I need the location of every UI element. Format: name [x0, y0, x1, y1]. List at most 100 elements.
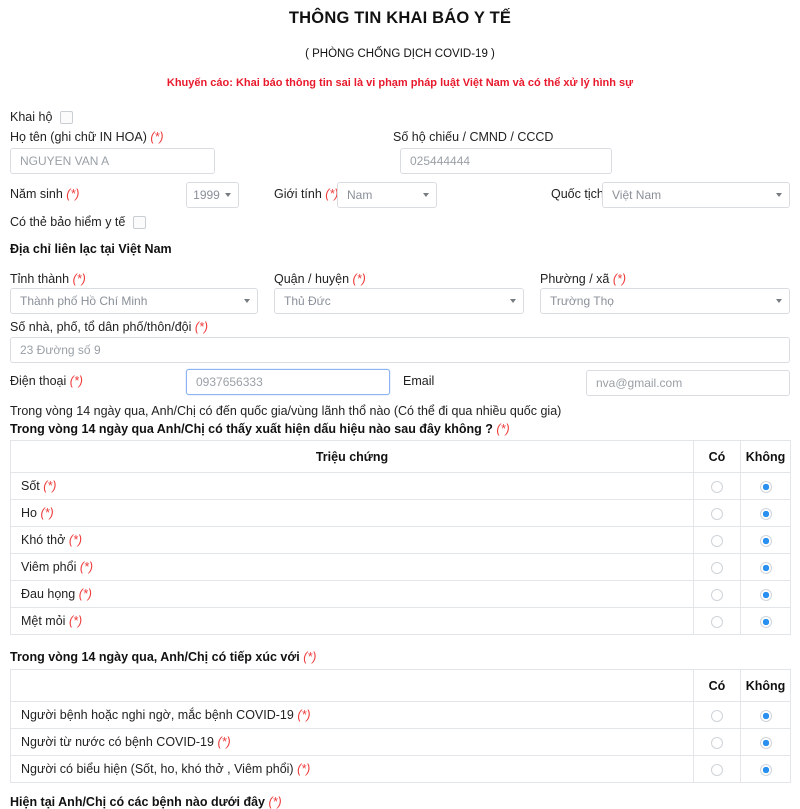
symptom-yes-cell[interactable] [693, 472, 741, 500]
symptom-yes-cell[interactable] [693, 607, 741, 635]
radio-no[interactable] [759, 709, 772, 722]
symptom-yes-cell[interactable] [693, 526, 741, 554]
contacts-table-body: Người bệnh hoặc nghi ngờ, mắc bệnh COVID… [10, 701, 791, 783]
required-mark: (*) [40, 506, 54, 520]
passport-input[interactable] [400, 148, 612, 174]
province-select[interactable]: Thành phố Hồ Chí Minh [10, 288, 258, 314]
chevron-down-icon [776, 299, 782, 303]
chevron-down-icon [225, 193, 231, 197]
contacts-col-yes: Có [693, 669, 741, 702]
street-address-input[interactable] [10, 337, 790, 363]
symptom-yes-cell[interactable] [693, 553, 741, 581]
health-declaration-form: THÔNG TIN KHAI BÁO Y TẾ ( PHÒNG CHỐNG DỊ… [0, 0, 800, 809]
radio-yes[interactable] [711, 534, 723, 547]
radio-yes[interactable] [711, 763, 723, 776]
district-select[interactable]: Thủ Đức [274, 288, 524, 314]
ward-required-mark: (*) [612, 272, 627, 286]
contact-yes-cell[interactable] [693, 755, 741, 783]
symptom-label-cell: Viêm phổi (*) [10, 553, 694, 581]
radio-no[interactable] [759, 736, 772, 749]
contacts-table-wrap: Có Không Người bệnh hoặc nghi ngờ, mắc b… [10, 669, 791, 783]
fullname-required-mark: (*) [150, 130, 164, 144]
table-row: Sốt (*) [10, 472, 791, 500]
required-mark: (*) [297, 762, 311, 776]
contacts-col-no: Không [740, 669, 791, 702]
symptom-label-cell: Ho (*) [10, 499, 694, 527]
ward-select[interactable]: Trường Thọ [540, 288, 790, 314]
page-subtitle: ( PHÒNG CHỐNG DỊCH COVID-19 ) [305, 47, 495, 60]
symptom-yes-cell[interactable] [693, 580, 741, 608]
contact-no-cell[interactable] [740, 728, 791, 756]
address-section-title: Địa chỉ liên lạc tại Việt Nam [10, 242, 172, 256]
nationality-select[interactable]: Việt Nam [602, 182, 790, 208]
radio-no[interactable] [759, 763, 772, 776]
table-row: Người có biểu hiện (Sốt, ho, khó thở , V… [10, 755, 791, 783]
travel-history-question: Trong vòng 14 ngày qua, Anh/Chị có đến q… [10, 404, 562, 418]
radio-yes[interactable] [711, 615, 723, 628]
email-input[interactable] [586, 370, 790, 396]
fullname-label: Họ tên (ghi chữ IN HOA) (*) [10, 130, 164, 144]
symptoms-question: Trong vòng 14 ngày qua Anh/Chị có thấy x… [10, 422, 510, 436]
birthyear-select[interactable]: 1999 [186, 182, 239, 208]
phone-input[interactable] [186, 369, 390, 395]
contact-yes-cell[interactable] [693, 701, 741, 729]
table-row: Người bệnh hoặc nghi ngờ, mắc bệnh COVID… [10, 701, 791, 729]
gender-select[interactable]: Nam [337, 182, 437, 208]
birthyear-label: Năm sinh (*) [10, 187, 80, 201]
radio-no[interactable] [759, 615, 772, 628]
symptom-no-cell[interactable] [740, 526, 791, 554]
radio-yes[interactable] [711, 507, 723, 520]
street-label: Số nhà, phố, tổ dân phố/thôn/đội (*) [10, 320, 209, 334]
ward-value: Trường Thọ [550, 294, 614, 308]
radio-yes[interactable] [711, 561, 723, 574]
email-label: Email [403, 374, 435, 388]
required-mark: (*) [217, 735, 231, 749]
district-value: Thủ Đức [284, 294, 331, 308]
radio-no[interactable] [759, 561, 772, 574]
phone-label: Điện thoại (*) [10, 374, 83, 388]
table-row: Khó thở (*) [10, 526, 791, 554]
symptom-no-cell[interactable] [740, 499, 791, 527]
insurance-label: Có thẻ bảo hiểm y tế [10, 215, 126, 229]
chevron-down-icon [510, 299, 516, 303]
insurance-checkbox[interactable] [133, 215, 147, 229]
street-required-mark: (*) [194, 320, 209, 334]
radio-yes[interactable] [711, 588, 723, 601]
symptoms-col-yes: Có [693, 440, 741, 473]
symptom-no-cell[interactable] [740, 607, 791, 635]
contacts-col-item [10, 669, 694, 702]
radio-no[interactable] [759, 534, 772, 547]
radio-yes[interactable] [711, 480, 723, 493]
ward-label: Phường / xã (*) [540, 272, 627, 286]
symptom-label-cell: Khó thở (*) [10, 526, 694, 554]
symptom-label-cell: Mệt mỏi (*) [10, 607, 694, 635]
symptom-no-cell[interactable] [740, 580, 791, 608]
proxy-declare-row: Khai hộ [10, 110, 74, 124]
radio-no[interactable] [759, 507, 772, 520]
contact-label-cell: Người có biểu hiện (Sốt, ho, khó thở , V… [10, 755, 694, 783]
radio-no[interactable] [759, 588, 772, 601]
radio-no[interactable] [759, 480, 772, 493]
symptom-yes-cell[interactable] [693, 499, 741, 527]
district-label: Quận / huyện (*) [274, 272, 366, 286]
symptom-no-cell[interactable] [740, 553, 791, 581]
passport-field-group: Số hộ chiếu / CMND / CCCD [393, 130, 553, 144]
contact-no-cell[interactable] [740, 755, 791, 783]
contact-label-cell: Người bệnh hoặc nghi ngờ, mắc bệnh COVID… [10, 701, 694, 729]
gender-label: Giới tính (*) [274, 187, 339, 201]
symptom-no-cell[interactable] [740, 472, 791, 500]
contact-yes-cell[interactable] [693, 728, 741, 756]
province-required-mark: (*) [72, 272, 86, 286]
radio-yes[interactable] [711, 709, 723, 722]
province-value: Thành phố Hồ Chí Minh [20, 294, 148, 308]
symptoms-table-body: Sốt (*) Ho (*) Khó thở (*) Viêm phổi (*)… [10, 472, 791, 635]
chevron-down-icon [423, 193, 429, 197]
fullname-input[interactable] [10, 148, 215, 174]
province-label: Tỉnh thành (*) [10, 272, 86, 286]
symptom-label-cell: Sốt (*) [10, 472, 694, 500]
radio-yes[interactable] [711, 736, 723, 749]
contacts-table-header-row: Có Không [10, 669, 791, 702]
symptoms-col-item: Triệu chứng [10, 440, 694, 473]
contact-no-cell[interactable] [740, 701, 791, 729]
proxy-declare-checkbox[interactable] [60, 110, 74, 124]
